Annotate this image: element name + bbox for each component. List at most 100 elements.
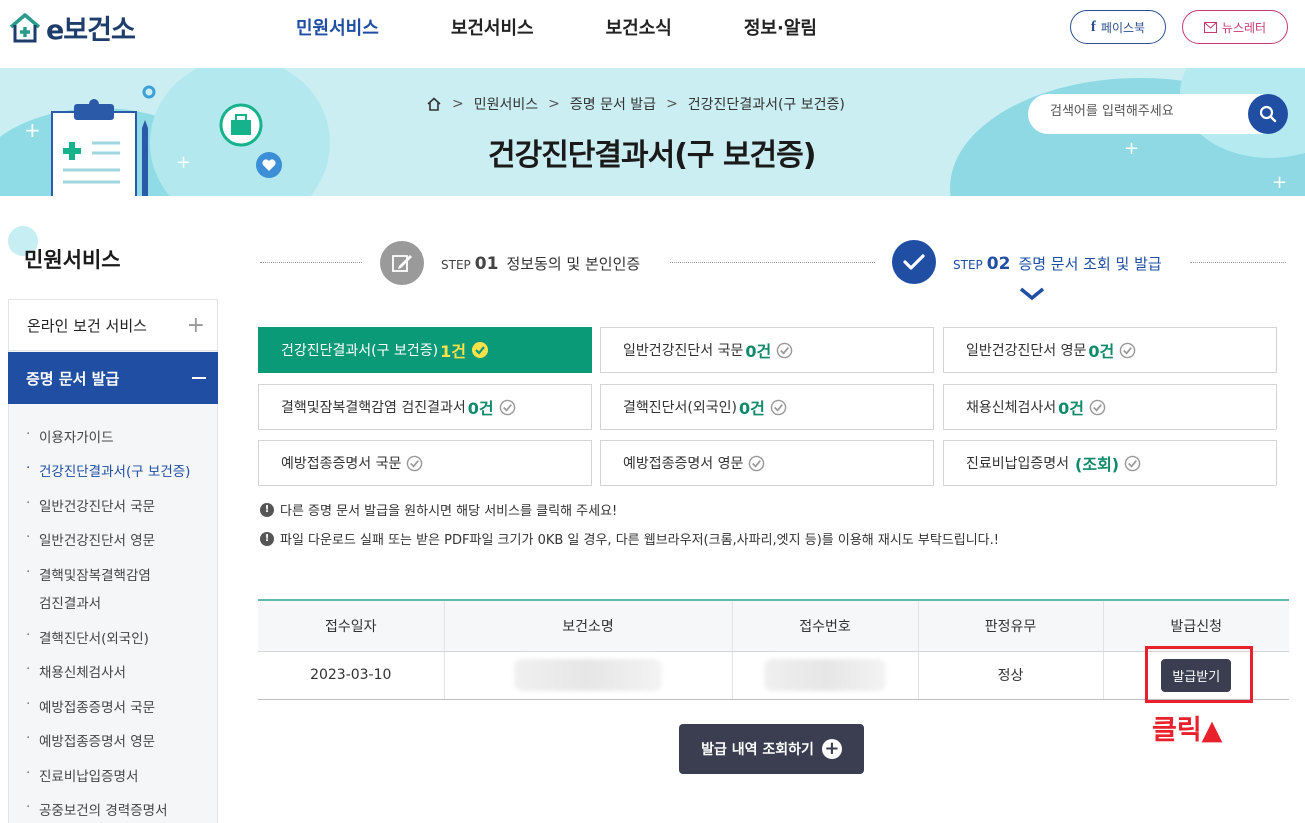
- service-general-en[interactable]: 일반건강진단서 영문 0건: [943, 327, 1277, 373]
- nav-info[interactable]: 정보·알림: [744, 14, 817, 40]
- service-payment[interactable]: 진료비납입증명서 (조회): [943, 440, 1277, 486]
- chevron-down-icon: [1019, 287, 1045, 301]
- service-vaccine-en[interactable]: 예방접종증명서 영문: [600, 440, 934, 486]
- service-tb-exam[interactable]: 결핵및잠복결핵감염 검진결과서 0건: [258, 384, 592, 430]
- step-divider: [260, 262, 362, 263]
- house-plus-icon: [9, 12, 41, 42]
- sidebar-item-general-kr[interactable]: · 일반건강진단서 국문: [26, 495, 155, 515]
- step-2-label: STEP 02 증명 문서 조회 및 발급: [953, 253, 1162, 274]
- notice-text: 다른 증명 문서 발급을 원하시면 해당 서비스를 클릭해 주세요!: [280, 504, 618, 519]
- sidebar-item-tb-foreign[interactable]: · 결핵진단서(외국인): [26, 627, 149, 647]
- column-header: 접수일자: [258, 599, 445, 652]
- check-circle-icon: [1119, 342, 1136, 359]
- step-divider: [1190, 262, 1286, 263]
- nav-civil-service[interactable]: 민원서비스: [296, 14, 379, 40]
- receipt-number-cell: [732, 651, 919, 700]
- issue-history-button[interactable]: 발급 내역 조회하기 +: [679, 724, 864, 774]
- check-circle-icon: [1089, 399, 1106, 416]
- clipboard-icon: [51, 99, 148, 196]
- sidebar-title: 민원서비스: [24, 248, 121, 272]
- bullet: ·: [26, 426, 31, 442]
- service-label: 건강진단결과서(구 보건증): [281, 343, 439, 359]
- facebook-label: 페이스북: [1100, 20, 1146, 35]
- bullet: ·: [26, 627, 31, 643]
- breadcrumb-separator: >: [452, 96, 464, 112]
- redacted-receipt-number: [764, 659, 886, 691]
- step-divider: [670, 262, 875, 263]
- sidebar-item-label: 검진결과서: [39, 596, 102, 612]
- column-header: 보건소명: [444, 599, 733, 652]
- breadcrumb-item[interactable]: 건강진단결과서(구 보건증): [688, 94, 845, 114]
- sidebar-item-guide[interactable]: · 이용자가이드: [26, 426, 114, 446]
- sidebar-item-tb-exam[interactable]: · 결핵및잠복결핵감염: [26, 564, 151, 584]
- sidebar-item-general-en[interactable]: · 일반건강진단서 영문: [26, 529, 155, 549]
- sparkle-icon: +: [176, 152, 192, 173]
- sidebar-section-online[interactable]: 온라인 보건 서비스 +: [8, 299, 218, 351]
- table-row: 2023-03-10 정상 발급받기: [258, 651, 1289, 700]
- sidebar-item-vaccine-en[interactable]: · 예방접종증명서 영문: [26, 730, 155, 750]
- page-banner: + + + + > 민원서비스 > 증명 문서 발급 > 건강진단결과서(구 보…: [0, 68, 1305, 196]
- service-health-result[interactable]: 건강진단결과서(구 보건증) 1건: [258, 327, 592, 373]
- sidebar-item-health-result[interactable]: · 건강진단결과서(구 보건증): [26, 460, 190, 480]
- breadcrumb-item[interactable]: 민원서비스: [474, 94, 538, 114]
- issuance-table: 접수일자 보건소명 접수번호 판정유무 발급신청 2023-03-10 정상 발…: [258, 599, 1289, 700]
- service-label: 진료비납입증명서: [966, 456, 1070, 472]
- sidebar-item-tb-exam-cont[interactable]: 검진결과서: [26, 592, 101, 612]
- step-text: 정보동의 및 본인인증: [506, 255, 641, 273]
- plus-icon: +: [186, 312, 205, 338]
- search-input[interactable]: [1050, 104, 1240, 119]
- bullet: ·: [26, 661, 31, 677]
- newsletter-label: 뉴스레터: [1221, 20, 1267, 35]
- service-count: 0건: [467, 399, 494, 418]
- table-header-row: 접수일자 보건소명 접수번호 판정유무 발급신청: [258, 599, 1289, 652]
- sidebar-item-payment[interactable]: · 진료비납입증명서: [26, 765, 138, 785]
- check-circle-icon: [499, 399, 516, 416]
- nav-health-service[interactable]: 보건서비스: [451, 14, 534, 40]
- plus-circle-icon: +: [821, 739, 842, 759]
- breadcrumb-item[interactable]: 증명 문서 발급: [570, 94, 656, 114]
- sidebar-item-label: 예방접종증명서 영문: [39, 734, 156, 750]
- notice-text: 파일 다운로드 실패 또는 받은 PDF파일 크기가 0KB 일 경우, 다른 …: [280, 533, 999, 548]
- breadcrumb-separator: >: [666, 96, 678, 112]
- sidebar-item-label: 채용신체검사서: [39, 665, 126, 681]
- exclamation-icon: !: [260, 502, 274, 517]
- page-title: 건강진단결과서(구 보건증): [488, 138, 816, 173]
- sidebar-item-label: 건강진단결과서(구 보건증): [39, 464, 191, 480]
- sidebar-item-career[interactable]: · 공중보건의 경력증명서: [26, 799, 168, 819]
- sidebar-item-label: 일반건강진단서 영문: [39, 533, 156, 549]
- bullet: ·: [26, 765, 31, 781]
- check-icon: [903, 254, 925, 270]
- breadcrumb: > 민원서비스 > 증명 문서 발급 > 건강진단결과서(구 보건증): [426, 94, 845, 114]
- sidebar-item-label: 이용자가이드: [39, 430, 114, 446]
- search-button[interactable]: [1248, 94, 1288, 134]
- sidebar-item-employment[interactable]: · 채용신체검사서: [26, 661, 126, 681]
- service-employment[interactable]: 채용신체검사서 0건: [943, 384, 1277, 430]
- nav-health-news[interactable]: 보건소식: [606, 14, 672, 40]
- step-2-circle: [892, 240, 936, 284]
- step-number: 01: [474, 254, 499, 274]
- bullet: ·: [26, 696, 31, 712]
- home-icon[interactable]: [426, 97, 442, 111]
- facebook-button[interactable]: f 페이스북: [1070, 10, 1166, 44]
- service-label: 일반건강진단서 영문: [966, 343, 1087, 359]
- service-tb-foreign[interactable]: 결핵진단서(외국인) 0건: [600, 384, 934, 430]
- sidebar-section-certificate[interactable]: 증명 문서 발급: [8, 352, 218, 404]
- service-count: 0건: [745, 342, 772, 361]
- check-circle-icon: [406, 455, 423, 472]
- sidebar-item-label: 결핵진단서(외국인): [39, 631, 149, 647]
- facebook-icon: f: [1090, 18, 1096, 35]
- service-label: 일반건강진단서 국문: [623, 343, 744, 359]
- sidebar-item-vaccine-kr[interactable]: · 예방접종증명서 국문: [26, 696, 155, 716]
- check-circle-icon: [748, 455, 765, 472]
- bullet: ·: [26, 799, 31, 815]
- breadcrumb-separator: >: [548, 96, 560, 112]
- newsletter-button[interactable]: 뉴스레터: [1182, 10, 1288, 44]
- service-vaccine-kr[interactable]: 예방접종증명서 국문: [258, 440, 592, 486]
- service-count: 0건: [1058, 399, 1085, 418]
- bullet: ·: [26, 495, 31, 511]
- site-logo[interactable]: e보건소: [8, 8, 136, 47]
- service-general-kr[interactable]: 일반건강진단서 국문 0건: [600, 327, 934, 373]
- minus-icon: [192, 377, 206, 379]
- sidebar-section-label: 증명 문서 발급: [26, 369, 120, 388]
- sidebar-item-label: 공중보건의 경력증명서: [39, 803, 168, 819]
